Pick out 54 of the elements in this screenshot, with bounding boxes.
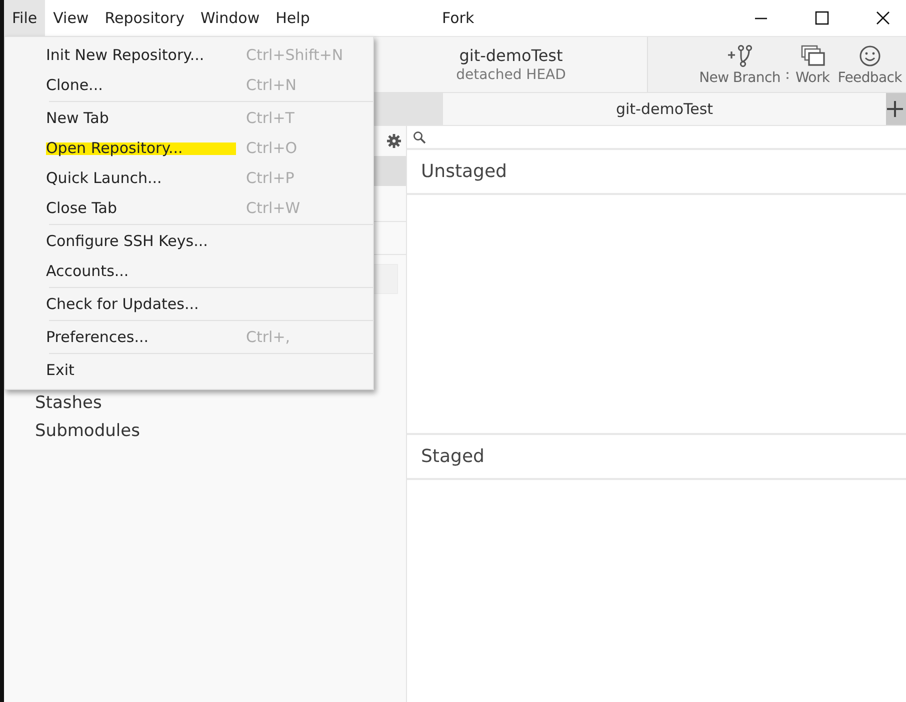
- menu-entry-label: Init New Repository...: [46, 46, 206, 64]
- menu-item[interactable]: Window: [192, 0, 268, 36]
- menu-entry-label: New Tab: [46, 109, 110, 127]
- menu-entry[interactable]: Configure SSH Keys...: [5, 226, 373, 256]
- menu-entry[interactable]: Clone... Ctrl+N: [5, 70, 373, 100]
- menu-entry-label: Clone...: [46, 76, 104, 94]
- branch-plus-icon: [726, 44, 753, 68]
- menu-entry-label: Configure SSH Keys...: [46, 232, 209, 250]
- menu-entry[interactable]: Close Tab Ctrl+W: [5, 193, 373, 223]
- plus-icon: [886, 100, 904, 118]
- menu-entry[interactable]: Init New Repository... Ctrl+Shift+N: [5, 40, 373, 70]
- work-button[interactable]: Work: [793, 40, 832, 90]
- repository-name: git-demoTest: [459, 46, 563, 65]
- branch-status: detached HEAD: [456, 67, 566, 83]
- close-icon[interactable]: [876, 11, 890, 25]
- menu-entry-label: Open Repository...: [46, 139, 236, 157]
- menu-entry[interactable]: Open Repository... Ctrl+O: [5, 133, 373, 163]
- menu-entry[interactable]: Accounts...: [5, 256, 373, 286]
- smiley-icon: [858, 44, 882, 68]
- shortcut-text: Ctrl+P: [246, 169, 294, 187]
- menu-entry[interactable]: Exit: [5, 355, 373, 385]
- shortcut-text: Ctrl+O: [246, 139, 298, 157]
- menu-item[interactable]: Help: [268, 0, 318, 36]
- menu-entry[interactable]: Check for Updates...: [5, 289, 373, 319]
- shortcut-text: Ctrl+,: [246, 328, 290, 346]
- menu-entry-label: Close Tab: [46, 199, 118, 217]
- menu-entry[interactable]: New Tab Ctrl+T: [5, 103, 373, 133]
- stacked-windows-icon: [800, 44, 826, 68]
- search-icon: [413, 130, 426, 144]
- dropdown-dots-icon[interactable]: [786, 71, 790, 80]
- shortcut-text: Ctrl+N: [246, 76, 296, 94]
- section-header: Unstaged: [407, 150, 906, 195]
- menu-entry-label: Quick Launch...: [46, 169, 163, 187]
- sidebar-item[interactable]: Submodules: [35, 421, 140, 441]
- menu-entry-label: Accounts...: [46, 262, 130, 280]
- shortcut-text: Ctrl+W: [246, 199, 300, 217]
- new-tab-button[interactable]: [886, 93, 906, 125]
- menu-entry-label: Exit: [46, 361, 76, 379]
- gear-icon[interactable]: [386, 133, 402, 149]
- section-header: Staged: [407, 435, 906, 480]
- menu-entry-label: Check for Updates...: [46, 295, 200, 313]
- shortcut-text: Ctrl+T: [246, 109, 294, 127]
- menu-item[interactable]: File: [4, 0, 46, 36]
- menu-entry[interactable]: Preferences... Ctrl+,: [5, 322, 373, 352]
- menu-entry-label: Preferences...: [46, 328, 150, 346]
- menu-entry[interactable]: Quick Launch... Ctrl+P: [5, 163, 373, 193]
- window-title: Fork: [442, 9, 474, 27]
- maximize-icon[interactable]: [815, 11, 829, 25]
- menu-item[interactable]: View: [45, 0, 97, 36]
- sidebar-item[interactable]: Stashes: [35, 393, 102, 413]
- menu-item[interactable]: Repository: [96, 0, 192, 36]
- new-branch-button[interactable]: New Branch: [697, 40, 782, 90]
- shortcut-text: Ctrl+Shift+N: [246, 46, 344, 64]
- feedback-button[interactable]: Feedback: [836, 40, 904, 90]
